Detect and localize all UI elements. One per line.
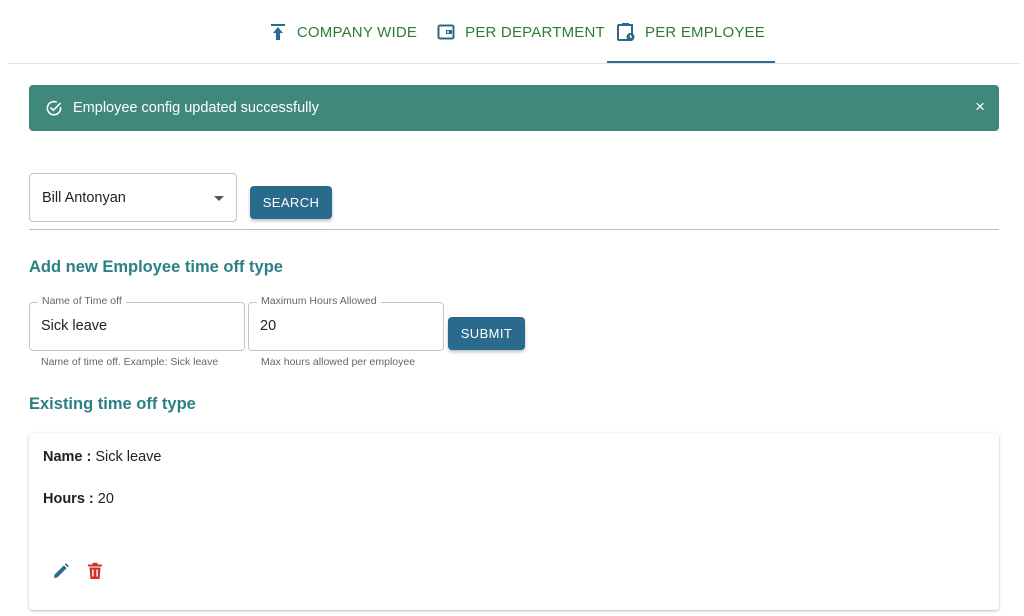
max-hours-helper: Max hours allowed per employee <box>261 356 416 368</box>
name-label: Name : <box>43 449 92 465</box>
active-tab-indicator <box>607 61 775 63</box>
submit-button[interactable]: SUBMIT <box>448 317 525 350</box>
time-off-card: Name : Sick leave Hours : 20 <box>29 433 999 610</box>
employee-select-value: Bill Antonyan <box>42 189 126 206</box>
check-circle-icon <box>45 99 63 117</box>
existing-section-title: Existing time off type <box>29 395 196 413</box>
clipboard-clock-icon <box>617 23 635 41</box>
max-hours-input[interactable] <box>260 318 440 334</box>
divider <box>29 229 999 230</box>
tab-label: PER DEPARTMENT <box>465 23 605 41</box>
tab-bar: COMPANY WIDE PER DEPARTMENT PER EMPLOYEE <box>8 0 1020 64</box>
tab-per-department[interactable]: PER DEPARTMENT <box>435 0 607 64</box>
time-off-name-input[interactable] <box>41 318 221 334</box>
time-off-name-field: Name of Time off <box>29 295 245 351</box>
edit-icon[interactable] <box>51 561 71 581</box>
alert-message: Employee config updated successfully <box>73 100 319 116</box>
wallet-icon <box>437 23 455 41</box>
max-hours-label: Maximum Hours Allowed <box>257 295 381 307</box>
close-icon[interactable]: × <box>975 98 985 116</box>
max-hours-field: Maximum Hours Allowed <box>248 295 444 351</box>
add-section-title: Add new Employee time off type <box>29 258 283 276</box>
name-value: Sick leave <box>95 449 162 465</box>
search-button[interactable]: SEARCH <box>250 186 332 219</box>
tab-per-employee[interactable]: PER EMPLOYEE <box>607 0 775 64</box>
employee-select[interactable]: Bill Antonyan <box>29 173 237 222</box>
hours-label: Hours : <box>43 491 94 507</box>
tab-company-wide[interactable]: COMPANY WIDE <box>268 0 418 64</box>
time-off-name-row: Name : Sick leave <box>43 449 161 465</box>
time-off-name-helper: Name of time off. Example: Sick leave <box>41 356 219 368</box>
upload-icon <box>269 23 287 41</box>
delete-icon[interactable] <box>85 561 105 581</box>
success-alert: Employee config updated successfully × <box>29 85 999 131</box>
caret-down-icon <box>214 196 224 201</box>
tab-label: PER EMPLOYEE <box>645 23 765 41</box>
hours-value: 20 <box>97 491 114 507</box>
time-off-name-label: Name of Time off <box>38 295 126 307</box>
time-off-hours-row: Hours : 20 <box>43 491 114 507</box>
tab-label: COMPANY WIDE <box>296 23 418 41</box>
